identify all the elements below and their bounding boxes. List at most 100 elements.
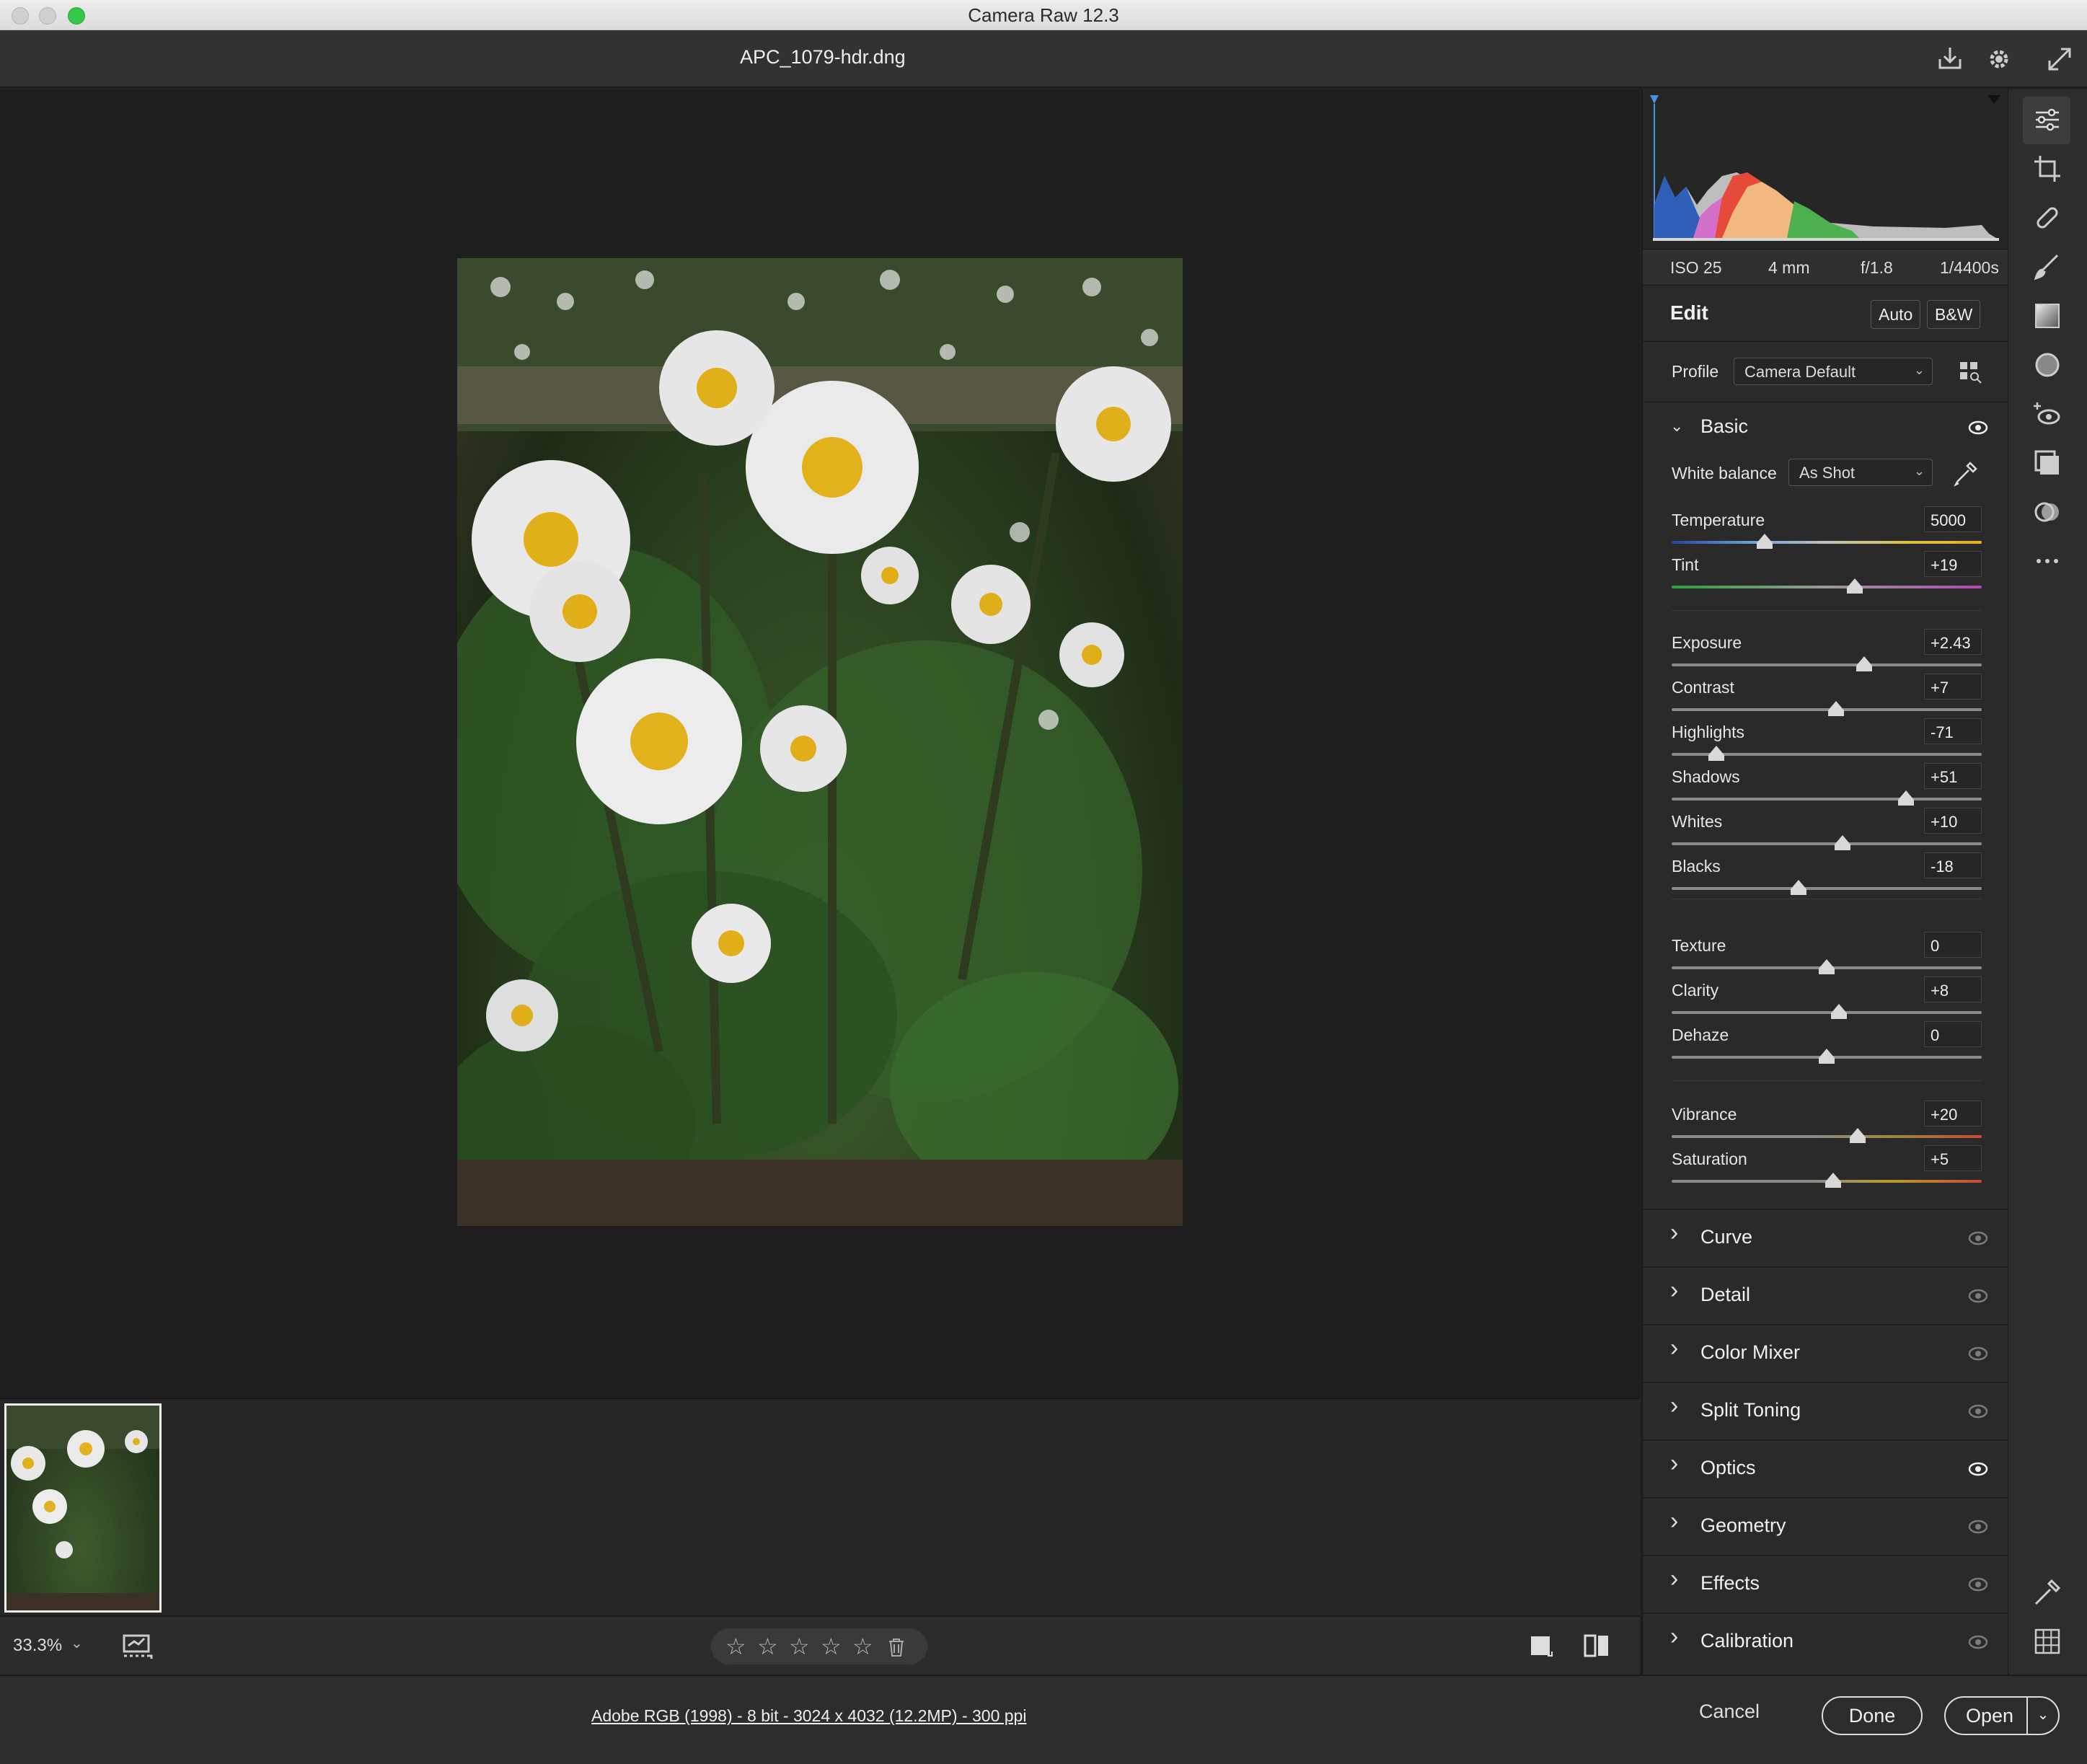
slider-whites[interactable]: Whites +10 [1672, 808, 1982, 857]
slider-track[interactable] [1672, 663, 1982, 666]
slider-value-input[interactable]: +20 [1924, 1101, 1982, 1126]
slider-thumb[interactable] [1834, 835, 1850, 850]
done-button[interactable]: Done [1822, 1696, 1923, 1735]
slider-thumb[interactable] [1856, 656, 1872, 671]
slider-highlights[interactable]: Highlights -71 [1672, 718, 1982, 767]
section-detail[interactable]: › Detail [1643, 1266, 2009, 1323]
open-options-icon[interactable]: ⌄ [2026, 1698, 2058, 1734]
grid-overlay-icon[interactable] [2030, 1624, 2065, 1659]
slider-dehaze[interactable]: Dehaze 0 [1672, 1021, 1982, 1070]
section-color-mixer[interactable]: › Color Mixer [1643, 1324, 2009, 1380]
slider-track[interactable] [1672, 887, 1982, 890]
slider-thumb[interactable] [1825, 1173, 1841, 1188]
eye-icon[interactable] [1967, 1343, 1989, 1364]
filmstrip-toggle-icon[interactable] [121, 1633, 154, 1662]
slider-value-input[interactable]: +51 [1924, 763, 1982, 789]
slider-thumb[interactable] [1791, 880, 1807, 895]
slider-tint[interactable]: Tint +19 [1672, 551, 1982, 600]
slider-track[interactable] [1672, 1135, 1982, 1138]
profile-select[interactable]: Camera Default ⌄ [1734, 358, 1933, 385]
slider-value-input[interactable]: 0 [1924, 932, 1982, 958]
radial-filter-icon[interactable] [2030, 348, 2065, 382]
eye-icon[interactable] [1967, 1516, 1989, 1538]
profile-browser-icon[interactable] [1959, 361, 1983, 384]
eye-icon[interactable] [1967, 1401, 1989, 1422]
edit-sliders-icon[interactable] [2030, 102, 2065, 137]
white-balance-select[interactable]: As Shot ⌄ [1788, 459, 1933, 486]
slider-thumb[interactable] [1827, 701, 1844, 716]
slider-thumb[interactable] [1850, 1128, 1866, 1143]
star-1-icon[interactable]: ☆ [725, 1633, 746, 1660]
settings-icon[interactable] [1983, 43, 2015, 75]
auto-button[interactable]: Auto [1871, 300, 1921, 329]
section-effects[interactable]: › Effects [1643, 1555, 2009, 1611]
slider-track[interactable] [1672, 708, 1982, 711]
slider-track[interactable] [1672, 586, 1982, 588]
slider-value-input[interactable]: +7 [1924, 674, 1982, 700]
more-icon[interactable] [2030, 544, 2065, 578]
heal-icon[interactable] [2030, 200, 2065, 235]
section-calibration[interactable]: › Calibration [1643, 1613, 2009, 1669]
star-4-icon[interactable]: ☆ [821, 1633, 842, 1660]
slider-shadows[interactable]: Shadows +51 [1672, 763, 1982, 812]
image-canvas[interactable] [0, 89, 1640, 1398]
slider-thumb[interactable] [1831, 1004, 1848, 1019]
zoom-level[interactable]: 33.3% [13, 1636, 62, 1656]
slider-thumb[interactable] [1819, 959, 1835, 974]
eye-icon[interactable] [1967, 1631, 1989, 1653]
slider-track[interactable] [1672, 842, 1982, 845]
open-button[interactable]: Open ⌄ [1944, 1696, 2060, 1735]
single-view-icon[interactable] [1529, 1634, 1553, 1659]
slider-value-input[interactable]: 0 [1924, 1021, 1982, 1047]
star-2-icon[interactable]: ☆ [757, 1633, 778, 1660]
section-geometry[interactable]: › Geometry [1643, 1497, 2009, 1553]
cancel-button[interactable]: Cancel [1699, 1701, 1760, 1723]
section-curve[interactable]: › Curve [1643, 1209, 2009, 1265]
eye-icon[interactable] [1967, 417, 1989, 438]
slider-value-input[interactable]: +10 [1924, 808, 1982, 834]
eye-icon[interactable] [1967, 1227, 1989, 1249]
basic-section-header[interactable]: ⌄ Basic [1643, 402, 2009, 453]
crop-icon[interactable] [2030, 151, 2065, 186]
fullscreen-icon[interactable] [2044, 43, 2075, 75]
slider-value-input[interactable]: +5 [1924, 1145, 1982, 1171]
brush-icon[interactable] [2030, 250, 2065, 284]
trash-icon[interactable] [887, 1637, 906, 1657]
slider-value-input[interactable]: +19 [1924, 551, 1982, 577]
star-5-icon[interactable]: ☆ [852, 1633, 873, 1660]
slider-exposure[interactable]: Exposure +2.43 [1672, 629, 1982, 678]
slider-thumb[interactable] [1708, 746, 1725, 761]
slider-thumb[interactable] [1897, 790, 1914, 806]
slider-saturation[interactable]: Saturation +5 [1672, 1145, 1982, 1194]
slider-clarity[interactable]: Clarity +8 [1672, 976, 1982, 1026]
slider-texture[interactable]: Texture 0 [1672, 932, 1982, 981]
workflow-options-link[interactable]: Adobe RGB (1998) - 8 bit - 3024 x 4032 (… [591, 1706, 1026, 1726]
star-3-icon[interactable]: ☆ [789, 1633, 810, 1660]
photo-preview[interactable] [457, 258, 1183, 1226]
snapshots-icon[interactable] [2030, 446, 2065, 480]
slider-value-input[interactable]: 5000 [1924, 506, 1982, 532]
slider-thumb[interactable] [1757, 534, 1773, 549]
slider-thumb[interactable] [1846, 578, 1863, 594]
slider-track[interactable] [1672, 541, 1982, 544]
slider-blacks[interactable]: Blacks -18 [1672, 852, 1982, 901]
eye-icon[interactable] [1967, 1574, 1989, 1595]
bw-button[interactable]: B&W [1927, 300, 1981, 329]
section-split-toning[interactable]: › Split Toning [1643, 1382, 2009, 1438]
red-eye-icon[interactable] [2030, 397, 2065, 431]
eye-icon[interactable] [1967, 1458, 1989, 1480]
slider-thumb[interactable] [1819, 1049, 1835, 1064]
section-optics[interactable]: › Optics [1643, 1439, 2009, 1496]
slider-value-input[interactable]: +8 [1924, 976, 1982, 1002]
slider-track[interactable] [1672, 1011, 1982, 1014]
color-sampler-icon[interactable] [2030, 1575, 2065, 1610]
slider-vibrance[interactable]: Vibrance +20 [1672, 1101, 1982, 1150]
gradient-icon[interactable] [2030, 299, 2065, 333]
save-icon[interactable] [1934, 43, 1966, 75]
slider-track[interactable] [1672, 798, 1982, 801]
eye-icon[interactable] [1967, 1285, 1989, 1307]
slider-value-input[interactable]: -71 [1924, 718, 1982, 744]
slider-contrast[interactable]: Contrast +7 [1672, 674, 1982, 723]
presets-icon[interactable] [2030, 495, 2065, 529]
zoom-dropdown-icon[interactable]: ⌄ [71, 1634, 83, 1652]
